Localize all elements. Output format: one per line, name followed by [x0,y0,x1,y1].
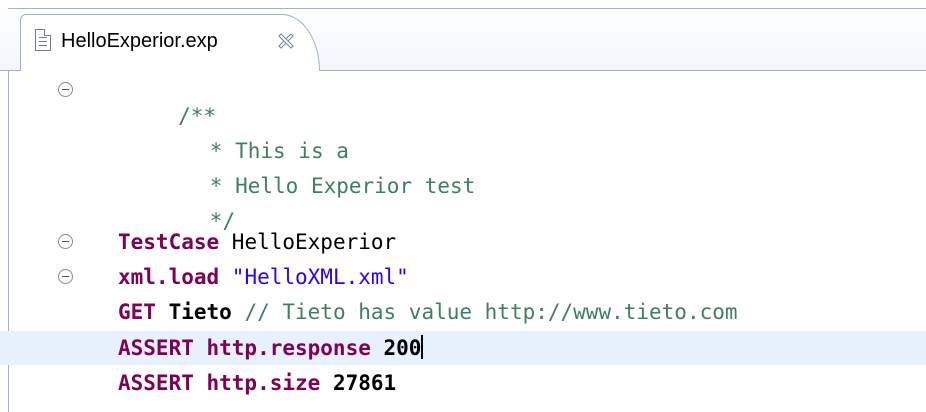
editor-tab-strip: HelloExperior.exp [0,0,926,71]
string-literal: "HelloXML.xml" [219,265,409,289]
code-line[interactable]: /** [0,73,926,128]
get-target: Tieto [155,300,232,324]
fold-toggle-icon[interactable] [58,234,73,249]
code-line[interactable]: * This is a [0,108,926,163]
assert-target: http.size [193,371,321,395]
tab-title: HelloExperior.exp [61,30,218,52]
close-icon[interactable] [275,31,295,51]
fold-toggle-icon[interactable] [58,269,73,284]
code-line[interactable]: ASSERT http.size 27861 [0,366,926,400]
keyword-assert: ASSERT [118,371,194,395]
file-icon [35,29,51,51]
assert-value: 27861 [320,371,397,395]
editor-window: HelloExperior.exp /** * This is a * Hell… [0,0,926,412]
code-line[interactable]: GET Tieto // Tieto has value http://www.… [0,295,926,329]
keyword-assert: ASSERT [118,336,194,360]
keyword-get: GET [118,300,156,324]
tab-hello-experior[interactable]: HelloExperior.exp [20,14,320,71]
line-comment: // Tieto has value http://www.tieto.com [231,300,738,324]
tab-strip-border [8,8,926,9]
fold-toggle-icon[interactable] [58,82,73,97]
keyword-testcase: TestCase [118,230,220,254]
text-caret [421,335,424,359]
code-line[interactable]: * Hello Experior test [0,143,926,198]
current-code-line[interactable]: ASSERT http.response 200 [0,331,926,365]
code-line[interactable]: */ [0,178,926,233]
code-line[interactable]: xml.load "HelloXML.xml" [0,260,926,294]
code-line[interactable]: TestCase HelloExperior [0,225,926,259]
assert-target: http.response [193,336,371,360]
code-editor[interactable]: /** * This is a * Hello Experior test */… [0,71,926,412]
assert-value: 200 [370,336,422,360]
testcase-name: HelloExperior [219,230,397,254]
keyword-xml-load: xml.load [118,265,220,289]
